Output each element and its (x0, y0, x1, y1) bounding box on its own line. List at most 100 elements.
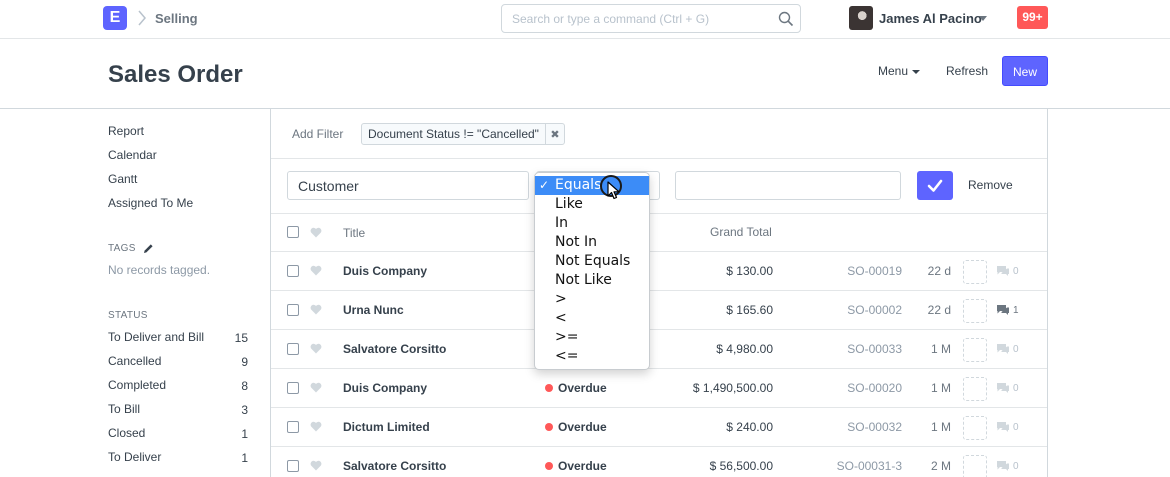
row-title[interactable]: Salvatore Corsitto (343, 342, 446, 356)
row-grand-total: $ 1,490,500.00 (692, 381, 773, 395)
condition-option-like[interactable]: Like (535, 195, 649, 214)
assign-placeholder[interactable] (963, 260, 987, 284)
heart-icon[interactable] (310, 304, 322, 315)
list-panel: Add Filter Document Status != "Cancelled… (270, 109, 1048, 477)
table-row[interactable]: Dictum Limited Overdue $ 240.00 SO-00032… (271, 408, 1047, 447)
assign-placeholder[interactable] (963, 455, 987, 477)
heart-icon[interactable] (310, 265, 322, 276)
status-dot (545, 384, 553, 392)
status-indicator[interactable]: Overdue (545, 420, 607, 434)
notifications-badge[interactable]: 99+ (1017, 6, 1048, 29)
filter-bar: Add Filter Document Status != "Cancelled… (271, 109, 1047, 159)
apply-filter-button[interactable] (917, 171, 953, 200)
row-title[interactable]: Dictum Limited (343, 420, 430, 434)
row-grand-total: $ 56,500.00 (709, 459, 773, 473)
row-title[interactable]: Urna Nunc (343, 303, 404, 317)
sidebar-item-calendar[interactable]: Calendar (108, 148, 157, 162)
assign-placeholder[interactable] (963, 377, 987, 401)
table-row[interactable]: Urna Nunc $ 165.60 SO-00002 22 d 1 (271, 291, 1047, 330)
assign-placeholder[interactable] (963, 299, 987, 323)
row-name: SO-00032 (847, 420, 902, 434)
refresh-button[interactable]: Refresh (946, 64, 988, 78)
condition-dropdown-menu: ✓ Equals Like In Not In Not Equals Not Li… (534, 172, 650, 370)
user-menu[interactable]: James Al Pacino (879, 11, 982, 26)
row-title[interactable]: Salvatore Corsitto (343, 459, 446, 473)
close-icon[interactable]: ✖ (546, 125, 564, 145)
column-grand-total[interactable]: Grand Total (710, 225, 772, 239)
status-count: 15 (234, 331, 248, 345)
comment-icon (997, 266, 1009, 276)
condition-option-less-equal[interactable]: <= (535, 347, 649, 366)
row-age: 1 M (930, 381, 951, 395)
new-button[interactable]: New (1002, 56, 1048, 86)
row-name: SO-00020 (847, 381, 902, 395)
column-title[interactable]: Title (343, 226, 365, 240)
comment-count: 0 (1013, 422, 1019, 433)
condition-option-greater[interactable]: > (535, 290, 649, 309)
status-indicator[interactable]: Overdue (545, 459, 607, 473)
filter-tag-label[interactable]: Document Status != "Cancelled" (362, 124, 546, 144)
row-checkbox[interactable] (287, 343, 299, 355)
add-filter-button[interactable]: Add Filter (292, 127, 343, 141)
tags-heading: TAGS (108, 243, 136, 254)
list-header: Title Grand Total (271, 214, 1047, 252)
comment-count: 0 (1013, 383, 1019, 394)
condition-option-equals[interactable]: ✓ Equals (535, 176, 649, 195)
table-row[interactable]: Salvatore Corsitto Overdue $ 56,500.00 S… (271, 447, 1047, 477)
user-avatar[interactable] (849, 6, 873, 30)
table-row[interactable]: Duis Company $ 130.00 SO-00019 22 d 0 (271, 252, 1047, 291)
row-age: 2 M (930, 459, 951, 473)
comment-icon (997, 344, 1009, 354)
filter-field-input[interactable]: Customer (287, 171, 529, 200)
row-title[interactable]: Duis Company (343, 381, 427, 395)
heart-icon[interactable] (310, 227, 322, 238)
row-checkbox[interactable] (287, 460, 299, 472)
tags-empty-text: No records tagged. (108, 263, 211, 277)
filter-value-input[interactable] (675, 171, 901, 200)
heart-icon[interactable] (310, 343, 322, 354)
sidebar-status-closed[interactable]: Closed (108, 426, 145, 440)
row-checkbox[interactable] (287, 265, 299, 277)
search-icon[interactable] (778, 11, 794, 27)
app-logo[interactable]: E (103, 6, 127, 30)
condition-option-not-like[interactable]: Not Like (535, 271, 649, 290)
condition-option-in[interactable]: In (535, 214, 649, 233)
remove-filter-button[interactable]: Remove (968, 178, 1013, 192)
search-input[interactable]: Search or type a command (Ctrl + G) (501, 4, 801, 33)
sidebar-status-to-deliver-and-bill[interactable]: To Deliver and Bill (108, 330, 204, 344)
status-count: 1 (241, 451, 248, 465)
condition-option-not-in[interactable]: Not In (535, 233, 649, 252)
sidebar-item-gantt[interactable]: Gantt (108, 172, 137, 186)
status-indicator[interactable]: Overdue (545, 381, 607, 395)
row-checkbox[interactable] (287, 421, 299, 433)
table-row[interactable]: Duis Company Overdue $ 1,490,500.00 SO-0… (271, 369, 1047, 408)
sidebar-item-assigned-to-me[interactable]: Assigned To Me (108, 196, 193, 210)
comment-count: 1 (1013, 305, 1019, 316)
sidebar-status-to-bill[interactable]: To Bill (108, 402, 140, 416)
assign-placeholder[interactable] (963, 338, 987, 362)
row-checkbox[interactable] (287, 382, 299, 394)
breadcrumb-selling[interactable]: Selling (155, 11, 198, 26)
page-head: Sales Order Menu Refresh New (0, 39, 1170, 109)
condition-option-less[interactable]: < (535, 309, 649, 328)
caret-down-icon[interactable] (979, 16, 987, 21)
sidebar-status-to-deliver[interactable]: To Deliver (108, 450, 161, 464)
heart-icon[interactable] (310, 421, 322, 432)
comment-icon (997, 383, 1009, 393)
sidebar-item-report[interactable]: Report (108, 124, 144, 138)
menu-button[interactable]: Menu (878, 64, 921, 78)
sidebar-status-cancelled[interactable]: Cancelled (108, 354, 161, 368)
heart-icon[interactable] (310, 382, 322, 393)
row-title[interactable]: Duis Company (343, 264, 427, 278)
heart-icon[interactable] (310, 460, 322, 471)
assign-placeholder[interactable] (963, 416, 987, 440)
row-age: 1 M (930, 420, 951, 434)
select-all-checkbox[interactable] (287, 226, 299, 238)
row-checkbox[interactable] (287, 304, 299, 316)
sidebar-status-completed[interactable]: Completed (108, 378, 166, 392)
pencil-icon[interactable] (143, 243, 154, 254)
table-row[interactable]: Salvatore Corsitto $ 4,980.00 SO-00033 1… (271, 330, 1047, 369)
active-filter-tag[interactable]: Document Status != "Cancelled" ✖ (361, 123, 565, 145)
condition-option-greater-equal[interactable]: >= (535, 328, 649, 347)
condition-option-not-equals[interactable]: Not Equals (535, 252, 649, 271)
